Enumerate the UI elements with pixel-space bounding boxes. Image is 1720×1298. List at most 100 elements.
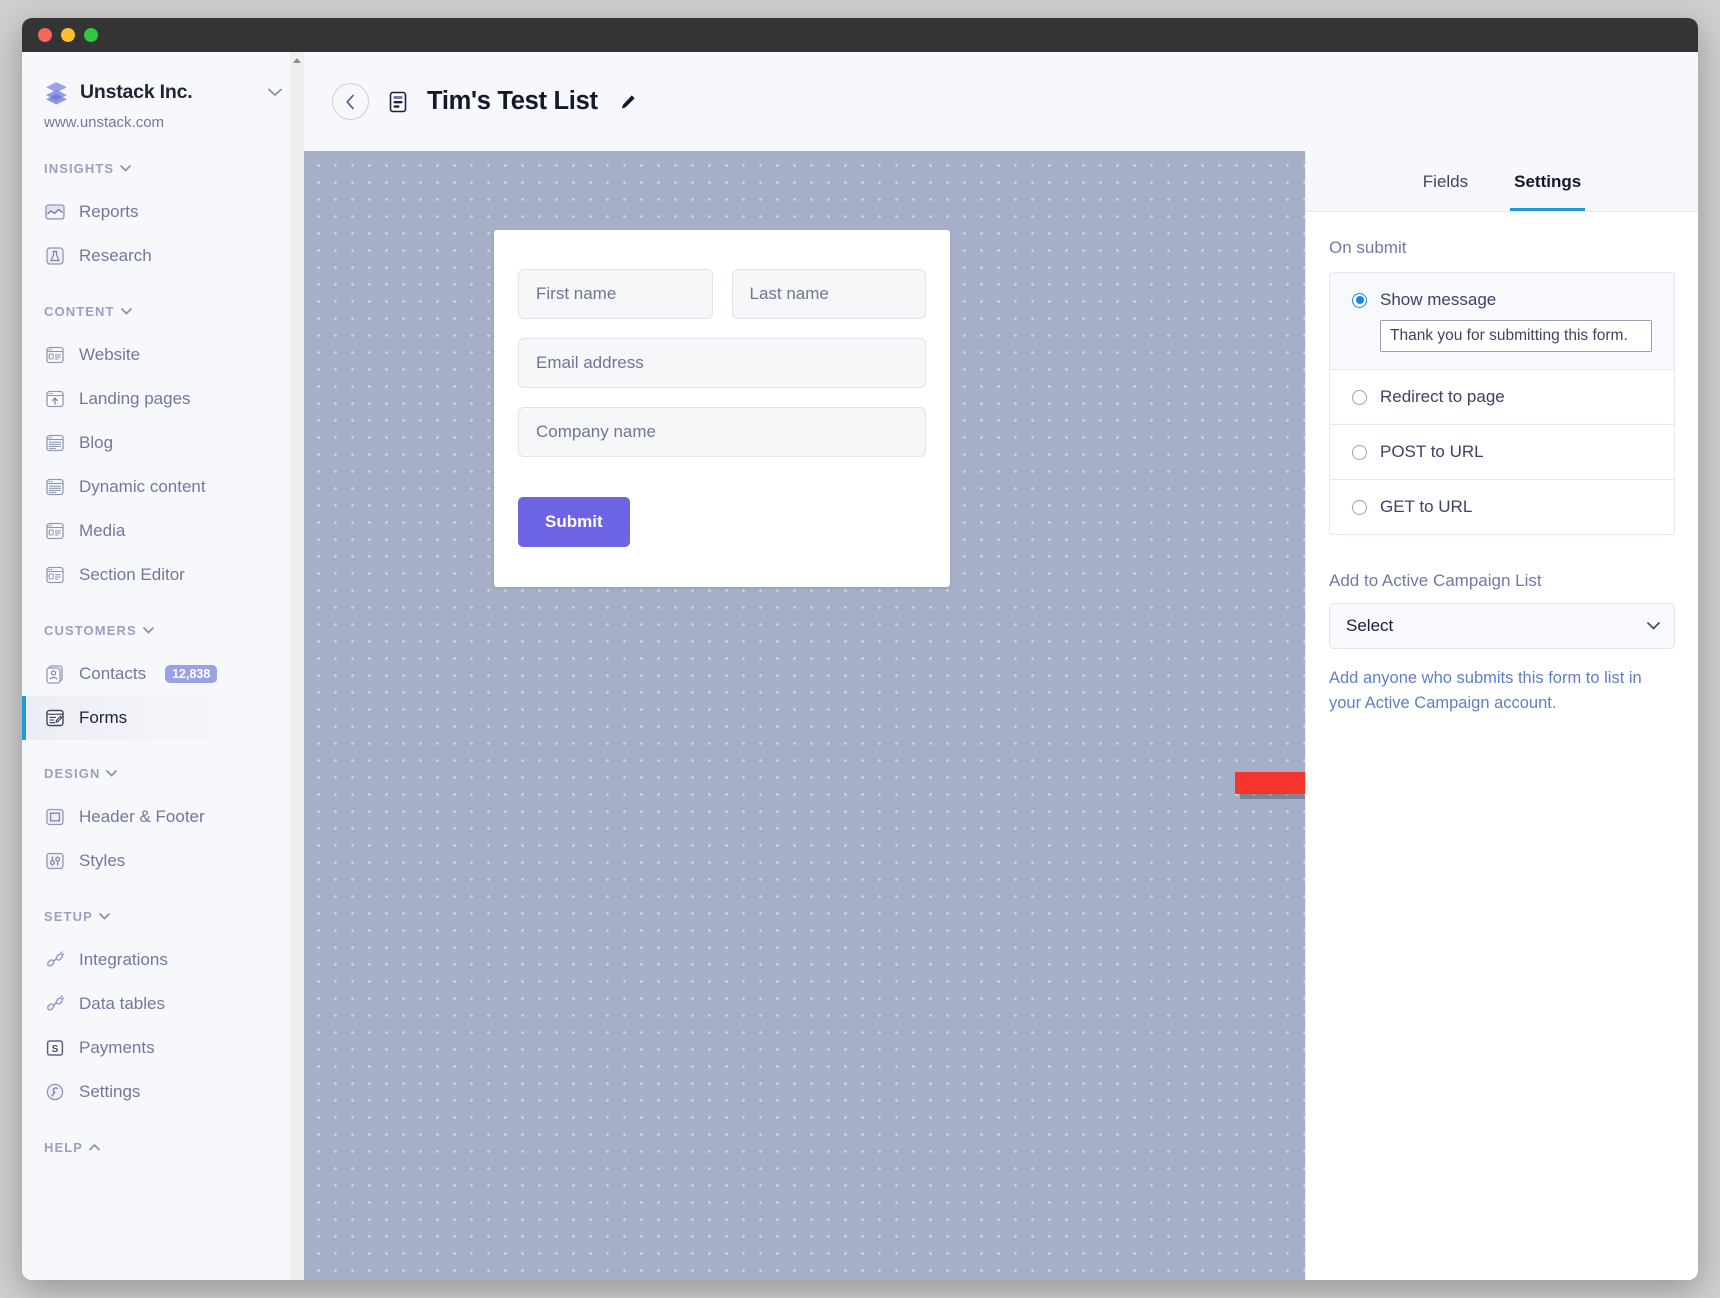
option-show-message[interactable]: Show message Thank you for submitting th… [1330,273,1674,370]
radio-redirect-to-page[interactable] [1352,390,1367,405]
section-editor-icon [44,564,66,586]
header-footer-icon [44,806,66,828]
sidebar: Unstack Inc. www.unstack.com INSIGHTS [22,52,304,1280]
first-name-input[interactable]: First name [518,269,713,319]
nav-group-header-customers[interactable]: CUSTOMERS [22,623,304,638]
option-label: GET to URL [1380,497,1472,517]
last-name-input[interactable]: Last name [732,269,927,319]
edit-pencil-icon[interactable] [619,93,637,111]
option-redirect-to-page[interactable]: Redirect to page [1330,370,1674,425]
sidebar-item-data-tables[interactable]: Data tables [22,982,304,1026]
chevron-down-icon [106,770,117,777]
nav-group-label: INSIGHTS [44,161,114,176]
media-icon [44,520,66,542]
nav-group-label: SETUP [44,909,93,924]
sidebar-item-label: Blog [79,433,113,453]
nav-group-customers: CUSTOMERS Contacts 12,838 [22,623,304,740]
nav-group-header-setup[interactable]: SETUP [22,909,304,924]
page-header: Tim's Test List [304,52,1698,151]
nav-group-header-content[interactable]: CONTENT [22,304,304,319]
company-field-row: Company name [518,407,926,457]
chevron-up-icon [89,1144,100,1151]
sidebar-item-blog[interactable]: Blog [22,421,304,465]
sidebar-item-dynamic-content[interactable]: Dynamic content [22,465,304,509]
settings-panel: Fields Settings On submit Show message [1305,151,1698,1280]
nav-group-label: CUSTOMERS [44,623,137,638]
option-post-to-url[interactable]: POST to URL [1330,425,1674,480]
active-campaign-list-select[interactable]: Select [1329,603,1675,649]
dynamic-content-icon [44,476,66,498]
sidebar-item-landing-pages[interactable]: Landing pages [22,377,304,421]
sidebar-item-media[interactable]: Media [22,509,304,553]
on-submit-label: On submit [1329,238,1675,258]
sidebar-item-label: Forms [79,708,127,728]
show-message-input[interactable]: Thank you for submitting this form. [1380,320,1652,352]
payments-icon: S [44,1037,66,1059]
sidebar-item-label: Section Editor [79,565,185,585]
svg-text:S: S [52,1044,59,1055]
sidebar-item-payments[interactable]: S Payments [22,1026,304,1070]
sidebar-item-label: Contacts [79,664,146,684]
active-campaign-help-text: Add anyone who submits this form to list… [1329,666,1675,716]
email-field-row: Email address [518,338,926,388]
sidebar-item-label: Settings [79,1082,140,1102]
tab-fields[interactable]: Fields [1419,155,1472,211]
chevron-down-icon [1647,622,1660,630]
option-label: Redirect to page [1380,387,1505,407]
minimize-window-button[interactable] [61,28,75,42]
chevron-down-icon [121,308,132,315]
nav-group-content: CONTENT Website [22,304,304,597]
sidebar-item-settings[interactable]: Settings [22,1070,304,1114]
sidebar-item-label: Landing pages [79,389,191,409]
sidebar-item-label: Data tables [79,994,165,1014]
active-campaign-list-label: Add to Active Campaign List [1329,571,1675,591]
submit-button[interactable]: Submit [518,497,630,547]
form-canvas[interactable]: First name Last name Email address Compa… [304,151,1305,1280]
workspace-name: Unstack Inc. [80,81,257,104]
nav-group-header-help[interactable]: HELP [22,1140,304,1155]
sidebar-item-contacts[interactable]: Contacts 12,838 [22,652,304,696]
nav-group-help: HELP [22,1140,304,1155]
sidebar-item-label: Payments [79,1038,155,1058]
radio-show-message[interactable] [1352,293,1367,308]
sidebar-item-styles[interactable]: Styles [22,839,304,883]
chevron-down-icon [99,913,110,920]
panel-body: On submit Show message Thank you for sub… [1306,212,1698,1280]
close-window-button[interactable] [38,28,52,42]
integrations-icon [44,949,66,971]
nav-group-insights: INSIGHTS Reports [22,161,304,278]
workspace-switcher[interactable]: Unstack Inc. [44,80,282,105]
sidebar-item-reports[interactable]: Reports [22,190,304,234]
back-button[interactable] [332,83,369,120]
contacts-icon [44,663,66,685]
nav-group-header-design[interactable]: DESIGN [22,766,304,781]
sidebar-item-section-editor[interactable]: Section Editor [22,553,304,597]
tab-settings[interactable]: Settings [1510,155,1585,211]
radio-get-to-url[interactable] [1352,500,1367,515]
sidebar-item-header-footer[interactable]: Header & Footer [22,795,304,839]
chevron-down-icon [268,88,282,97]
name-fields-row: First name Last name [518,269,926,319]
sidebar-item-label: Styles [79,851,125,871]
company-name-input[interactable]: Company name [518,407,926,457]
sidebar-item-label: Research [79,246,152,266]
radio-post-to-url[interactable] [1352,445,1367,460]
sidebar-scrollbar[interactable] [290,52,304,1280]
sidebar-item-integrations[interactable]: Integrations [22,938,304,982]
email-address-input[interactable]: Email address [518,338,926,388]
nav-group-label: CONTENT [44,304,115,319]
nav-group-header-insights[interactable]: INSIGHTS [22,161,304,176]
sidebar-item-website[interactable]: Website [22,333,304,377]
app-window: Unstack Inc. www.unstack.com INSIGHTS [22,18,1698,1280]
option-get-to-url[interactable]: GET to URL [1330,480,1674,534]
brand-block: Unstack Inc. www.unstack.com [22,52,304,131]
scroll-up-arrow-icon[interactable] [293,58,301,63]
chevron-left-icon [345,94,356,110]
nav-group-label: HELP [44,1140,83,1155]
sidebar-item-research[interactable]: Research [22,234,304,278]
sidebar-item-forms[interactable]: Forms [22,696,304,740]
chevron-down-icon [120,165,131,172]
maximize-window-button[interactable] [84,28,98,42]
sidebar-item-label: Dynamic content [79,477,206,497]
nav-group-design: DESIGN Header & Footer [22,766,304,883]
